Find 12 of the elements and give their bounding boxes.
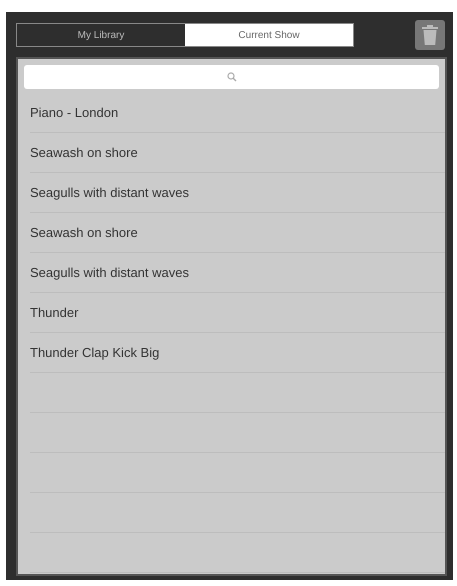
search-field[interactable] bbox=[24, 65, 439, 89]
trash-icon bbox=[421, 24, 439, 46]
list-item[interactable]: Thunder bbox=[30, 293, 445, 333]
list-item[interactable]: Seawash on shore bbox=[30, 213, 445, 253]
list-item[interactable]: Seagulls with distant waves bbox=[30, 253, 445, 293]
search-icon bbox=[226, 72, 236, 82]
list-item[interactable]: Seawash on shore bbox=[30, 133, 445, 173]
list-item[interactable]: Thunder Clap Kick Big bbox=[30, 333, 445, 373]
list-item[interactable]: Piano - London bbox=[30, 93, 445, 133]
tab[interactable]: Current Show bbox=[185, 24, 353, 46]
trash-button[interactable] bbox=[415, 20, 445, 50]
list-item[interactable]: Seagulls with distant waves bbox=[30, 173, 445, 213]
